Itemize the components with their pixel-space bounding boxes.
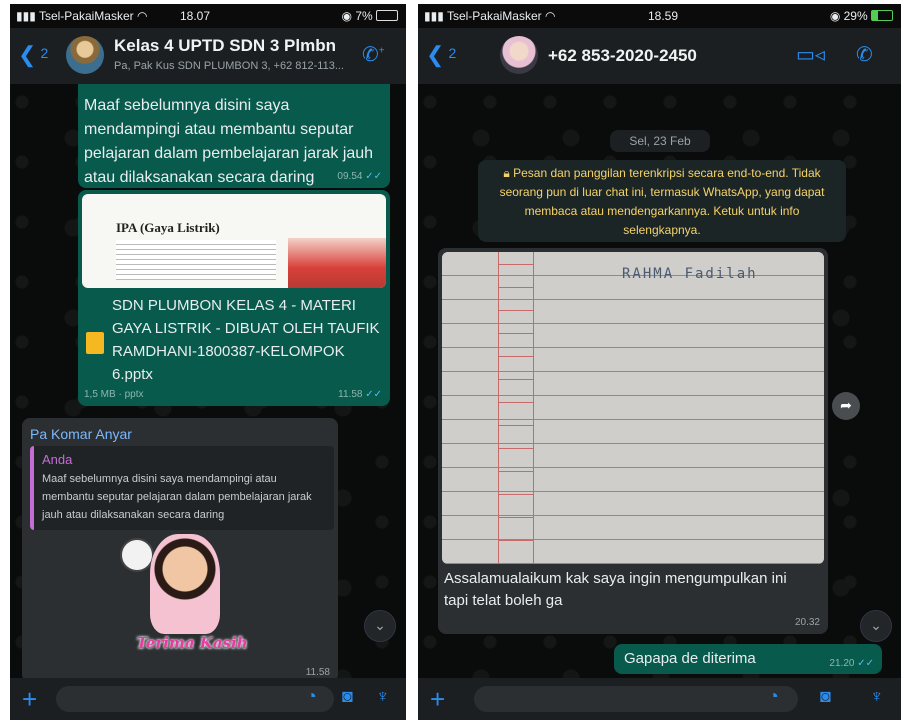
sender-name: Pa Komar Anyar	[30, 426, 132, 442]
unread-count: 2	[448, 45, 457, 61]
battery-icon	[376, 10, 398, 21]
photo-message[interactable]: RAHMA Fadilah Assalamualaikum kak saya i…	[438, 248, 828, 634]
sticker-caption: Terima Kasih	[136, 634, 248, 652]
status-bar: ▮▮▮ Tsel-PakaiMasker ◠ 18.59 ◉ 29%	[418, 4, 901, 28]
sticker-icon[interactable]: ◔	[768, 686, 779, 707]
message-text: Gapapa de diterima	[624, 650, 756, 667]
read-ticks-icon: ✓✓	[365, 171, 382, 182]
photo-caption: Assalamualaikum kak saya ingin mengumpul…	[444, 570, 787, 609]
chevron-left-icon: ❮	[18, 42, 37, 67]
back-button[interactable]: ❮ 2	[18, 42, 48, 68]
chat-title[interactable]: Kelas 4 UPTD SDN 3 Plmbn	[114, 36, 336, 56]
incoming-message[interactable]: Pa Komar Anyar Anda Maaf sebelumnya disi…	[22, 418, 338, 682]
phone-plus-icon[interactable]: ✆+	[362, 42, 385, 67]
chat-screen-private: ▮▮▮ Tsel-PakaiMasker ◠ 18.59 ◉ 29% ❮ 2 +6…	[418, 4, 901, 720]
forward-icon: ➦	[840, 397, 852, 413]
carrier-name: Tsel-PakaiMasker	[38, 9, 134, 23]
preview-lines	[116, 240, 276, 280]
quote-text: Maaf sebelumnya disini saya mendampingi …	[42, 473, 312, 521]
lock-icon: 🔒︎	[503, 166, 510, 180]
forward-button[interactable]: ➦	[832, 392, 860, 420]
child-photo	[150, 534, 220, 634]
chat-title[interactable]: +62 853-2020-2450	[548, 46, 697, 66]
compose-bar: + ◔ ◙ ♆	[418, 678, 901, 720]
plus-icon[interactable]: +	[430, 684, 445, 715]
message-time: 09.54	[337, 171, 363, 182]
document-message[interactable]: IPA (Gaya Listrik) SDN PLUMBON KELAS 4 -…	[78, 190, 390, 406]
battery-percent: 7%	[355, 9, 373, 23]
mic-icon[interactable]: ♆	[870, 686, 884, 707]
outgoing-message[interactable]: Maaf sebelumnya disini saya mendampingi …	[78, 84, 390, 188]
camera-icon[interactable]: ◙	[820, 686, 831, 707]
document-filename: SDN PLUMBON KELAS 4 - MATERI GAYA LISTRI…	[112, 297, 380, 383]
plus-icon[interactable]: +	[22, 684, 37, 715]
chevron-down-icon: ⌄	[374, 617, 386, 633]
unread-count: 2	[40, 45, 49, 61]
message-input[interactable]	[474, 686, 798, 712]
handwritten-name: RAHMA Fadilah	[622, 266, 758, 282]
chat-members[interactable]: Pa, Pak Kus SDN PLUMBON 3, +62 812-113..…	[114, 60, 364, 72]
wifi-icon: ◠	[136, 9, 148, 23]
emblem-badge	[120, 538, 154, 572]
encryption-notice[interactable]: 🔒︎ Pesan dan panggilan terenkripsi secar…	[478, 160, 846, 242]
quoted-message[interactable]: Anda Maaf sebelumnya disini saya mendamp…	[30, 446, 334, 530]
compose-bar: + ◔ ◙ ♆	[10, 678, 406, 720]
quote-sender: Anda	[42, 452, 73, 467]
status-time: 18.07	[180, 9, 211, 23]
document-meta: 1,5 MB · pptx	[84, 389, 144, 400]
signal-icon: ▮▮▮	[424, 9, 444, 23]
back-button[interactable]: ❮ 2	[426, 42, 456, 68]
read-ticks-icon: ✓✓	[857, 658, 874, 669]
message-time: 20.32	[794, 617, 820, 628]
notice-text: Pesan dan panggilan terenkripsi secara e…	[499, 166, 825, 237]
sticker-icon[interactable]: ◔	[306, 686, 317, 707]
message-time: 11.58	[305, 667, 330, 678]
photo[interactable]: RAHMA Fadilah	[442, 252, 824, 564]
message-time: 11.58	[338, 389, 363, 400]
chat-screen-group: ▮▮▮ Tsel-PakaiMasker ◠ 18.07 ◉ 7% ❮ 2 Kel…	[10, 4, 406, 720]
signal-icon: ▮▮▮	[16, 9, 36, 23]
chevron-down-icon: ⌄	[870, 617, 882, 633]
scroll-down-button[interactable]: ⌄	[860, 610, 892, 642]
preview-photo	[288, 238, 386, 288]
mic-icon[interactable]: ♆	[376, 686, 390, 707]
scroll-down-button[interactable]: ⌄	[364, 610, 396, 642]
document-icon	[86, 332, 104, 354]
contact-avatar[interactable]	[500, 36, 538, 74]
chat-header: ❮ 2 Kelas 4 UPTD SDN 3 Plmbn Pa, Pak Kus …	[10, 28, 406, 84]
chevron-left-icon: ❮	[426, 42, 445, 67]
document-preview[interactable]: IPA (Gaya Listrik)	[82, 194, 386, 288]
preview-title: IPA (Gaya Listrik)	[116, 220, 220, 235]
camera-icon[interactable]: ◙	[342, 686, 353, 707]
sticker[interactable]: Terima Kasih	[120, 534, 260, 664]
video-icon[interactable]: ▭◃	[796, 42, 825, 67]
date-chip: Sel, 23 Feb	[610, 130, 710, 152]
wifi-icon: ◠	[544, 9, 556, 23]
battery-percent: 29%	[843, 9, 868, 23]
paper-margin	[498, 252, 534, 564]
carrier-name: Tsel-PakaiMasker	[446, 9, 542, 23]
status-bar: ▮▮▮ Tsel-PakaiMasker ◠ 18.07 ◉ 7%	[10, 4, 406, 28]
battery-icon	[871, 10, 893, 21]
outgoing-message[interactable]: Gapapa de diterima 21.20 ✓✓	[614, 644, 882, 674]
message-time: 21.20	[829, 658, 855, 669]
status-time: 18.59	[648, 9, 679, 23]
group-avatar[interactable]	[66, 36, 104, 74]
read-ticks-icon: ✓✓	[365, 389, 382, 400]
phone-icon[interactable]: ✆	[856, 42, 873, 67]
chat-header: ❮ 2 +62 853-2020-2450 ▭◃ ✆	[418, 28, 901, 84]
message-input[interactable]	[56, 686, 334, 712]
